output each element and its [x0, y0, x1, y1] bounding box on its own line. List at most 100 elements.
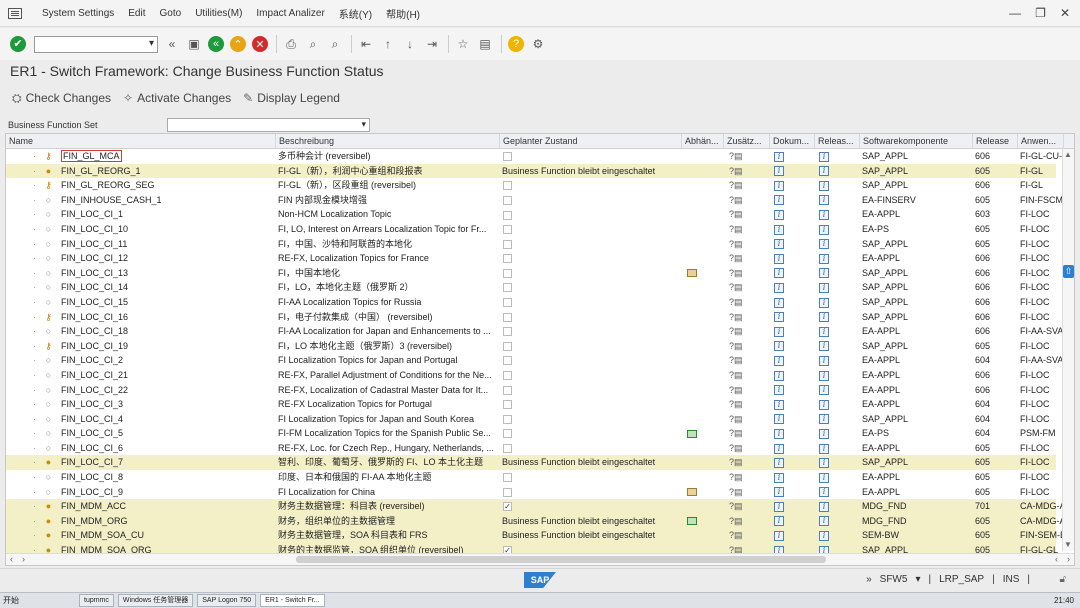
documentation-icon[interactable]: i [774, 370, 784, 381]
documentation-icon[interactable]: i [774, 195, 784, 206]
tree-row[interactable]: · ⚷ FIN_GL_MCA 多币种会计 (reversibel) ?▤ i i… [6, 149, 1070, 164]
taskbar-button-switch-framework[interactable]: ER1 - Switch Fr... [260, 594, 325, 607]
tree-row[interactable]: · ○ FIN_LOC_CI_2 FI Localization Topics … [6, 353, 1063, 368]
first-page-icon[interactable]: ⇤ [358, 36, 374, 52]
session-transaction[interactable]: SFW5 [880, 574, 908, 585]
planned-state-checkbox[interactable] [503, 239, 512, 249]
documentation-icon[interactable]: i [774, 399, 784, 410]
additional-info-icon[interactable]: ?▤ [729, 426, 743, 441]
documentation-icon[interactable]: i [774, 210, 784, 220]
business-function-set-select[interactable] [167, 118, 370, 132]
planned-state-checkbox[interactable] [503, 341, 512, 351]
additional-info-icon[interactable]: ?▤ [729, 514, 743, 529]
additional-info-icon[interactable]: ?▤ [729, 485, 743, 500]
business-function-name[interactable]: FIN_MDM_ACC [61, 501, 126, 511]
planned-state-checkbox[interactable] [503, 283, 512, 293]
release-info-icon[interactable]: i [819, 428, 829, 439]
last-page-icon[interactable]: ⇥ [424, 36, 440, 52]
back-icon[interactable]: « [208, 36, 224, 52]
planned-state-checkbox[interactable] [503, 210, 512, 220]
release-info-icon[interactable]: i [819, 312, 829, 323]
additional-info-icon[interactable]: ?▤ [729, 237, 743, 252]
additional-info-icon[interactable]: ?▤ [729, 528, 743, 543]
taskbar-button-task-manager[interactable]: Windows 任务管理器 [117, 594, 194, 607]
menu-system[interactable]: 系统(Y) [339, 6, 372, 21]
documentation-icon[interactable]: i [774, 166, 784, 177]
tree-row[interactable]: · ○ FIN_LOC_CI_5 FI-FM Localization Topi… [6, 426, 1056, 441]
documentation-icon[interactable]: i [774, 326, 784, 337]
additional-info-icon[interactable]: ?▤ [729, 266, 743, 281]
business-function-name[interactable]: FIN_GL_REORG_1 [61, 166, 141, 176]
tree-row[interactable]: · ● FIN_LOC_CI_7 智利、印度、葡萄牙、俄罗斯的 FI、LO 本土… [6, 455, 1056, 471]
release-info-icon[interactable]: i [819, 195, 829, 206]
next-page-icon[interactable]: ↓ [402, 36, 418, 52]
tree-row[interactable]: · ○ FIN_LOC_CI_18 FI-AA Localization for… [6, 324, 1063, 339]
release-info-icon[interactable]: i [819, 399, 829, 410]
documentation-icon[interactable]: i [774, 458, 784, 469]
tree-row[interactable]: · ○ FIN_LOC_CI_21 RE-FX, Parallel Adjust… [6, 368, 1056, 383]
planned-state-checkbox[interactable] [503, 327, 512, 337]
additional-info-icon[interactable]: ?▤ [729, 353, 743, 368]
business-function-name[interactable]: FIN_LOC_CI_14 [61, 282, 128, 292]
app-menu-icon[interactable] [8, 7, 22, 19]
menu-goto[interactable]: Goto [160, 8, 182, 19]
column-header-name[interactable]: Name [6, 134, 276, 149]
tree-row[interactable]: · ○ FIN_LOC_CI_10 FI, LO, Interest on Ar… [6, 222, 1056, 237]
tree-row[interactable]: · ○ FIN_INHOUSE_CASH_1 FIN 内部现金模块增强 ?▤ i… [6, 193, 1066, 208]
column-header-application[interactable]: Anwen... [1018, 134, 1064, 149]
documentation-icon[interactable]: i [774, 297, 784, 308]
dependencies-icon[interactable] [687, 269, 697, 278]
planned-state-checkbox[interactable] [503, 429, 512, 439]
menu-system-settings[interactable]: System Settings [42, 8, 114, 19]
previous-page-icon[interactable]: ↑ [380, 36, 396, 52]
column-header-documentation[interactable]: Dokum... [770, 134, 815, 149]
release-info-icon[interactable]: i [819, 458, 829, 469]
scroll-right-end-icon[interactable]: › [1067, 554, 1070, 564]
scroll-up-icon[interactable]: ▲ [1064, 150, 1072, 159]
documentation-icon[interactable]: i [774, 341, 784, 352]
close-icon[interactable]: ✕ [1060, 6, 1070, 20]
column-header-description[interactable]: Beschreibung [276, 134, 500, 149]
additional-info-icon[interactable]: ?▤ [729, 455, 743, 470]
documentation-icon[interactable]: i [774, 151, 784, 162]
additional-info-icon[interactable]: ?▤ [729, 310, 743, 325]
tree-row[interactable]: · ○ FIN_LOC_CI_11 FI，中国、沙特和阿联酋的本地化 ?▤ i … [6, 237, 1056, 252]
planned-state-checkbox[interactable] [503, 268, 512, 278]
business-function-name[interactable]: FIN_LOC_CI_6 [61, 443, 123, 453]
start-button[interactable]: 开始 [3, 595, 19, 606]
release-info-icon[interactable]: i [819, 385, 829, 396]
documentation-icon[interactable]: i [774, 472, 784, 483]
release-info-icon[interactable]: i [819, 326, 829, 337]
business-function-name[interactable]: FIN_GL_REORG_SEG [61, 180, 155, 190]
business-function-name[interactable]: FIN_LOC_CI_4 [61, 414, 123, 424]
tree-row[interactable]: · ○ FIN_LOC_CI_14 FI，LO，本地化主题（俄罗斯 2） ?▤ … [6, 280, 1056, 295]
additional-info-icon[interactable]: ?▤ [729, 470, 743, 485]
dependencies-icon[interactable] [687, 488, 697, 497]
column-header-software-component[interactable]: Softwarekomponente [860, 134, 973, 149]
documentation-icon[interactable]: i [774, 268, 784, 279]
planned-state-checkbox[interactable] [503, 444, 512, 453]
business-function-name[interactable]: FIN_LOC_CI_16 [61, 312, 128, 322]
additional-info-icon[interactable]: ?▤ [729, 164, 743, 179]
column-header-planned-state[interactable]: Geplanter Zustand [500, 134, 682, 149]
menu-edit[interactable]: Edit [128, 8, 145, 19]
additional-info-icon[interactable]: ?▤ [729, 280, 743, 295]
scroll-down-icon[interactable]: ▼ [1064, 540, 1072, 549]
documentation-icon[interactable]: i [774, 239, 784, 250]
documentation-icon[interactable]: i [774, 282, 784, 293]
additional-info-icon[interactable]: ?▤ [729, 207, 743, 222]
column-header-release-info[interactable]: Releas... [815, 134, 860, 149]
additional-info-icon[interactable]: ?▤ [729, 499, 743, 514]
release-info-icon[interactable]: i [819, 239, 829, 250]
planned-state-checkbox[interactable] [503, 195, 512, 205]
business-function-name[interactable]: FIN_LOC_CI_19 [61, 341, 128, 351]
additional-info-icon[interactable]: ?▤ [729, 178, 743, 193]
release-info-icon[interactable]: i [819, 282, 829, 293]
lock-icon[interactable]: 🔓︎ [1060, 574, 1066, 585]
vertical-scrollbar[interactable]: ▲ ▼ [1062, 149, 1074, 551]
tree-row[interactable]: · ○ FIN_LOC_CI_12 RE-FX, Localization To… [6, 251, 1056, 266]
create-session-icon[interactable]: ☆ [455, 36, 471, 52]
taskbar-button-tupmmc[interactable]: tupmmc [79, 594, 114, 607]
planned-state-checkbox[interactable]: ✓ [503, 502, 512, 512]
tree-row[interactable]: · ○ FIN_LOC_CI_3 RE-FX Localization Topi… [6, 397, 1056, 412]
